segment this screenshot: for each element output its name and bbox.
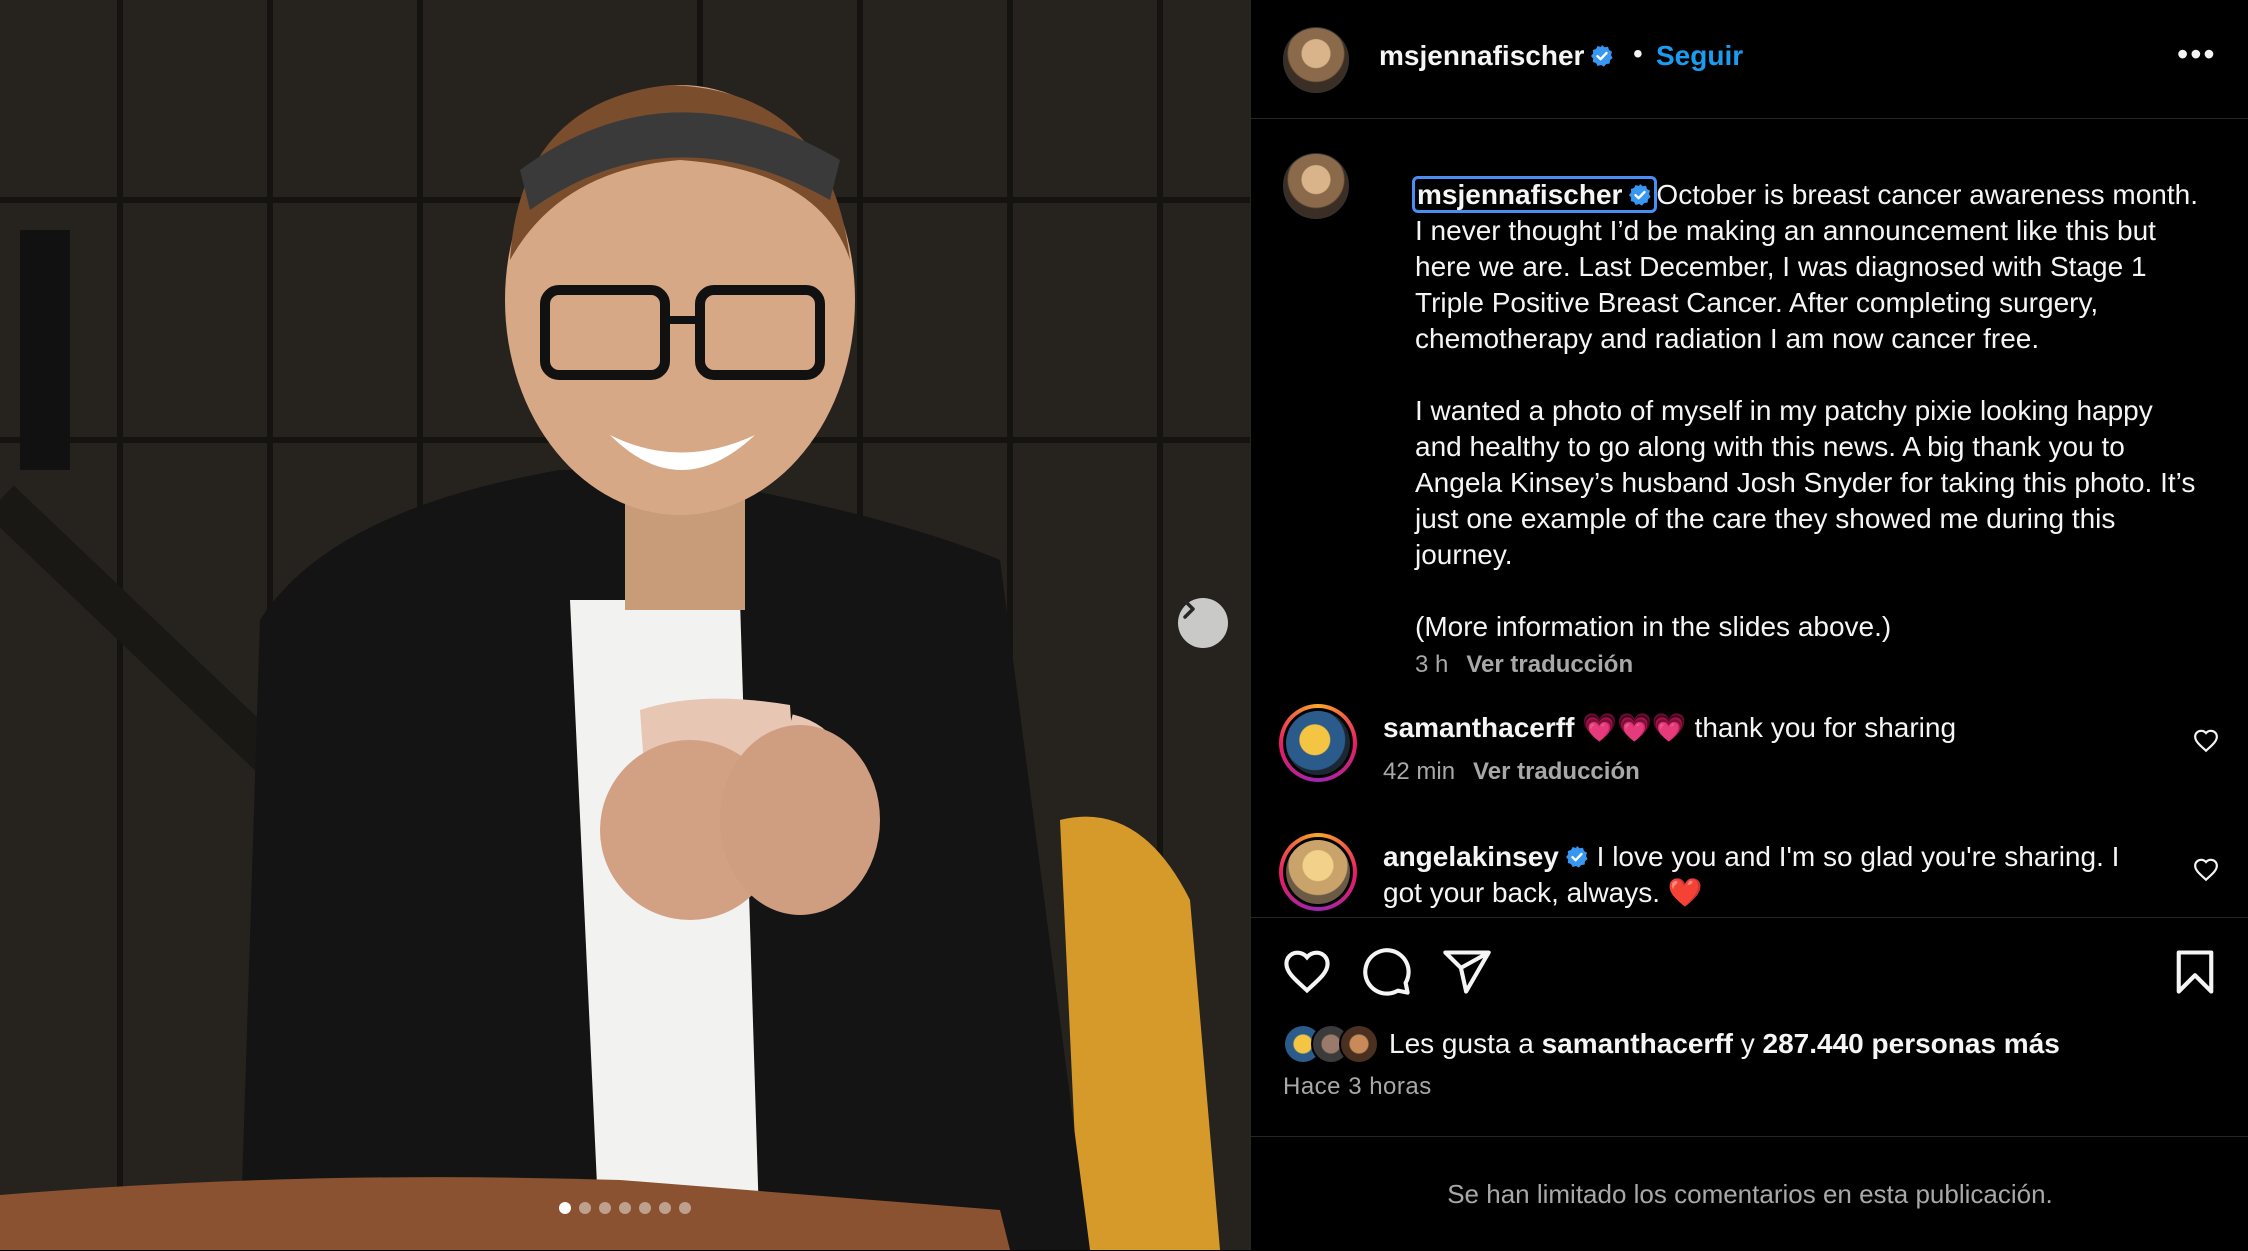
comment-text: angelakinsey I love you and I'm so glad … [1383,839,2163,911]
header-separator: • [1633,38,1643,69]
caption-time: 3 h [1415,651,1449,678]
slide-dot [619,1202,631,1214]
like-heart-icon[interactable] [1281,946,1333,998]
comment-text: samanthacerff 💗💗💗 thank you for sharing [1383,710,2163,746]
caption-translate-link[interactable]: Ver traducción [1466,651,1633,678]
more-options-icon[interactable]: ••• [2177,36,2217,73]
commenter-avatar[interactable] [1286,840,1350,904]
post-media[interactable] [0,0,1250,1250]
caption-avatar[interactable] [1283,153,1349,219]
slide-dot [559,1202,571,1214]
chevron-right-icon [1183,599,1195,619]
caption-body: October is breast cancer awareness month… [1415,179,2199,642]
slide-dot [599,1202,611,1214]
post-actions: Les gusta a samanthacerff y 287.440 pers… [1251,917,2248,1064]
story-ring[interactable] [1279,833,1357,911]
likes-joiner: y [1740,1028,1755,1059]
verified-icon [1591,45,1614,67]
comment-translate-link[interactable]: Ver traducción [1473,758,1640,785]
post-side-panel: msjennafischer • Seguir ••• msjennafisch… [1250,0,2248,1250]
comment-icon[interactable] [1361,946,1413,998]
caption-meta: 3 h Ver traducción [1415,651,1633,678]
slide-dot [639,1202,651,1214]
slide-indicator [0,1202,1250,1214]
author-avatar[interactable] [1283,27,1349,93]
post-header: msjennafischer • Seguir ••• [1251,0,2248,119]
comment-time: 42 min [1383,758,1456,785]
likes-count-link[interactable]: 287.440 personas más [1763,1028,2060,1059]
comment-like-heart-icon[interactable] [2193,728,2219,754]
author-username[interactable]: msjennafischer [1379,40,1614,72]
likes-summary: Les gusta a samanthacerff y 287.440 pers… [1283,1024,2060,1064]
comments-scroll-area[interactable]: msjennafischer October is breast cancer a… [1251,119,2248,916]
next-slide-button[interactable] [1178,598,1228,648]
comment-like-heart-icon[interactable] [2193,857,2219,883]
slide-dot [659,1202,671,1214]
comment-meta: 42 min Ver traducción [1383,758,1640,786]
caption-text-block: msjennafischer October is breast cancer a… [1411,176,2205,683]
comment-username[interactable]: samanthacerff [1383,712,1574,743]
post-timestamp[interactable]: Hace 3 horas [1283,1073,1432,1101]
verified-icon [1565,846,1588,868]
story-ring[interactable] [1279,704,1357,782]
likes-text: Les gusta a samanthacerff y 287.440 pers… [1389,1028,2060,1060]
author-username-text[interactable]: msjennafischer [1379,40,1584,71]
comments-limited-notice: Se han limitado los comentarios en esta … [1251,1136,2248,1251]
liker-avatar [1339,1024,1379,1064]
share-icon[interactable] [1441,946,1493,998]
verified-icon [1629,184,1652,206]
bookmark-icon[interactable] [2169,946,2221,998]
comment-body: 💗💗💗 thank you for sharing [1582,712,1957,743]
likes-prefix: Les gusta a [1389,1028,1534,1059]
likes-user-link[interactable]: samanthacerff [1542,1028,1733,1059]
caption-username[interactable]: msjennafischer [1411,176,1658,213]
slide-dot [679,1202,691,1214]
slide-dot [579,1202,591,1214]
commenter-avatar[interactable] [1286,711,1350,775]
post-photo [0,0,1250,1250]
caption-username-text[interactable]: msjennafischer [1417,179,1622,210]
comment-username[interactable]: angelakinsey [1383,841,1559,872]
follow-button[interactable]: Seguir [1656,40,1743,72]
